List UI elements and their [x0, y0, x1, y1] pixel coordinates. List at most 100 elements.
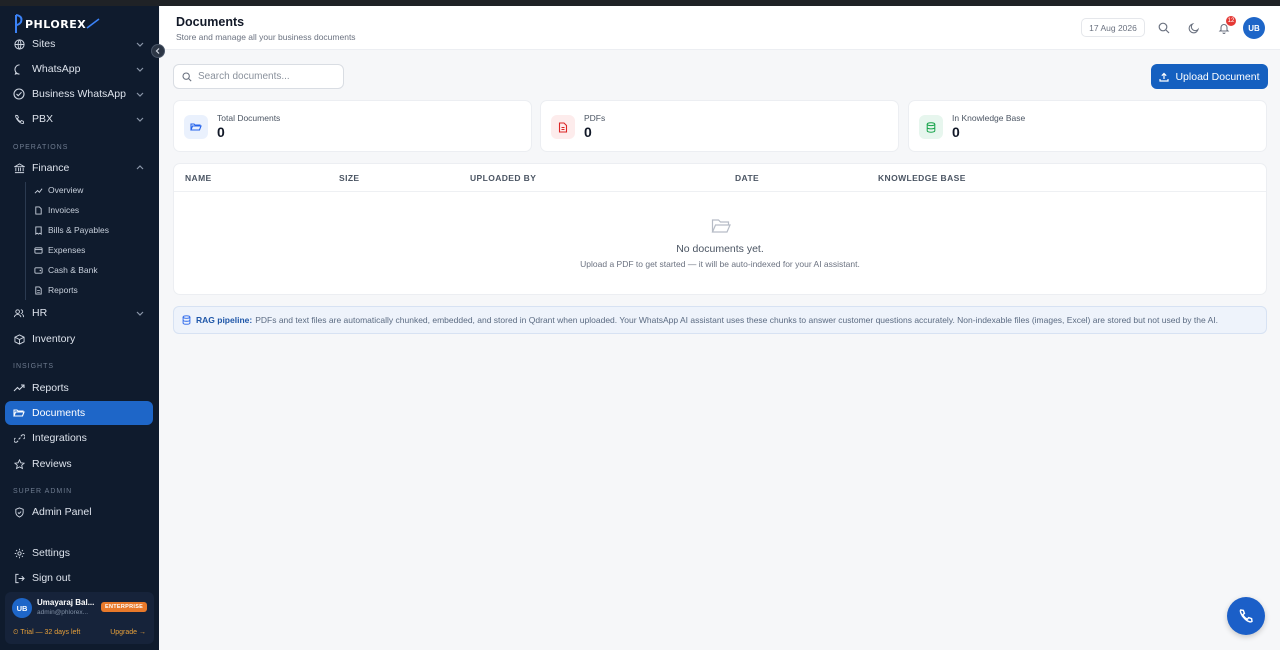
sidebar-subitem-cash-bank[interactable]: Cash & Bank: [34, 262, 98, 278]
search-icon[interactable]: [1158, 22, 1170, 34]
column-header-date[interactable]: DATE: [735, 173, 759, 183]
chevron-down-icon: [136, 117, 144, 122]
stat-label: PDFs: [584, 113, 606, 123]
sidebar-item-label: Settings: [32, 547, 70, 559]
chevron-down-icon: [136, 42, 144, 47]
rag-pipeline-text: PDFs and text files are automatically ch…: [255, 315, 1218, 325]
sidebar-item-pbx[interactable]: PBX: [5, 107, 153, 131]
sidebar-item-label: Reviews: [32, 458, 72, 470]
sidebar-item-hr[interactable]: HR: [5, 301, 153, 325]
search-input[interactable]: [198, 71, 338, 82]
sidebar-item-whatsapp[interactable]: WhatsApp: [5, 57, 153, 81]
page-header: Documents Store and manage all your busi…: [160, 6, 1280, 50]
sidebar-item-finance[interactable]: Finance: [5, 156, 153, 180]
user-card[interactable]: UB Umayaraj Bal... admin@phlorex... ENTE…: [5, 592, 154, 644]
sidebar-subitem-invoices[interactable]: Invoices: [34, 202, 79, 218]
upload-document-label: Upload Document: [1175, 70, 1260, 83]
sidebar-item-settings[interactable]: Settings: [5, 541, 153, 565]
column-header-knowledge-base[interactable]: KNOWLEDGE BASE: [878, 173, 966, 183]
table-header-divider: [174, 191, 1266, 192]
sidebar-item-sites[interactable]: Sites: [5, 32, 153, 56]
column-header-uploaded-by[interactable]: UPLOADED BY: [470, 173, 536, 183]
sidebar-subitem-bills-payables[interactable]: Bills & Payables: [34, 222, 109, 238]
trend-icon: [34, 186, 43, 195]
search-field[interactable]: [173, 64, 344, 89]
sidebar-item-admin-panel[interactable]: Admin Panel: [5, 500, 153, 524]
stat-value: 0: [952, 124, 960, 140]
sidebar-item-label: PBX: [32, 113, 54, 125]
pdf-file-icon: [551, 115, 575, 139]
chevron-down-icon: [136, 67, 144, 72]
column-header-name[interactable]: NAME: [185, 173, 212, 183]
file-icon: [34, 205, 43, 215]
sidebar-item-inventory[interactable]: Inventory: [5, 327, 153, 351]
sidebar-item-label: Sites: [32, 38, 56, 50]
finance-subtree-line: [25, 182, 26, 300]
sidebar: PHLOREX Sites WhatsApp Business WhatsApp…: [0, 6, 159, 650]
sidebar-item-label: Sign out: [32, 572, 71, 584]
wallet-icon: [34, 266, 43, 275]
empty-state-title: No documents yet.: [676, 243, 764, 255]
sidebar-item-label: Reports: [32, 382, 69, 394]
trend-up-icon: [13, 382, 25, 394]
sidebar-item-documents[interactable]: Documents: [5, 401, 153, 425]
doc-icon: [34, 285, 43, 295]
sidebar-subitem-label: Reports: [48, 285, 78, 295]
avatar: UB: [12, 598, 32, 618]
upload-icon: [1159, 72, 1170, 82]
call-fab-button[interactable]: [1227, 597, 1265, 635]
folder-open-icon: [13, 407, 25, 419]
sidebar-item-label: HR: [32, 307, 48, 319]
stat-label: In Knowledge Base: [952, 113, 1026, 123]
sidebar-item-reviews[interactable]: Reviews: [5, 452, 153, 476]
sidebar-item-integrations[interactable]: Integrations: [5, 426, 153, 450]
globe-icon: [13, 38, 25, 50]
bank-icon: [13, 162, 25, 174]
link-icon: [13, 432, 25, 444]
chat-bubble-icon: [13, 63, 25, 75]
star-icon: [13, 458, 25, 470]
sidebar-item-label: Finance: [32, 162, 70, 174]
logo-swoosh-icon: [86, 18, 100, 29]
user-avatar-button[interactable]: UB: [1243, 17, 1265, 39]
check-circle-icon: [13, 88, 25, 100]
sidebar-subitem-reports[interactable]: Reports: [34, 282, 78, 298]
sidebar-subitem-label: Bills & Payables: [48, 225, 109, 235]
logo-text: PHLOREX: [25, 17, 87, 31]
sidebar-item-label: Documents: [32, 407, 86, 419]
documents-table: NAME SIZE UPLOADED BY DATE KNOWLEDGE BAS…: [173, 163, 1267, 295]
page-title: Documents: [176, 15, 245, 29]
phone-icon: [1239, 609, 1253, 623]
sidebar-item-reports[interactable]: Reports: [5, 376, 153, 400]
sidebar-item-business-whatsapp[interactable]: Business WhatsApp: [5, 82, 153, 106]
phone-icon: [13, 113, 25, 125]
users-icon: [13, 307, 25, 319]
rag-pipeline-label: RAG pipeline:: [196, 315, 253, 325]
column-header-size[interactable]: SIZE: [339, 173, 360, 183]
database-icon: [919, 115, 943, 139]
section-label-insights: INSIGHTS: [13, 363, 55, 370]
sidebar-subitem-overview[interactable]: Overview: [34, 182, 83, 198]
sidebar-item-label: Inventory: [32, 333, 76, 345]
sidebar-subitem-label: Cash & Bank: [48, 265, 98, 275]
empty-state-subtitle: Upload a PDF to get started — it will be…: [580, 259, 860, 269]
sidebar-item-sign-out[interactable]: Sign out: [5, 566, 153, 590]
sidebar-collapse-button[interactable]: [151, 44, 165, 58]
search-icon: [182, 71, 192, 82]
user-name: Umayaraj Bal...: [37, 598, 95, 607]
receipt-icon: [34, 225, 43, 235]
logout-icon: [13, 572, 25, 584]
chevron-down-icon: [136, 92, 144, 97]
trial-status: ⏲ Trial — 32 days left: [13, 629, 81, 636]
sidebar-subitem-label: Overview: [48, 185, 84, 195]
gear-icon: [13, 547, 25, 559]
upgrade-link[interactable]: Upgrade →: [110, 629, 146, 636]
stat-card-knowledge-base: In Knowledge Base 0: [908, 100, 1267, 152]
moon-icon[interactable]: [1188, 22, 1200, 34]
stat-card-pdfs: PDFs 0: [540, 100, 899, 152]
sidebar-subitem-expenses[interactable]: Expenses: [34, 242, 85, 258]
page-subtitle: Store and manage all your business docum…: [176, 32, 356, 42]
upload-document-button[interactable]: Upload Document: [1151, 64, 1268, 89]
notification-count-badge: 12: [1226, 16, 1236, 26]
rag-pipeline-notice: RAG pipeline: PDFs and text files are au…: [173, 306, 1267, 334]
